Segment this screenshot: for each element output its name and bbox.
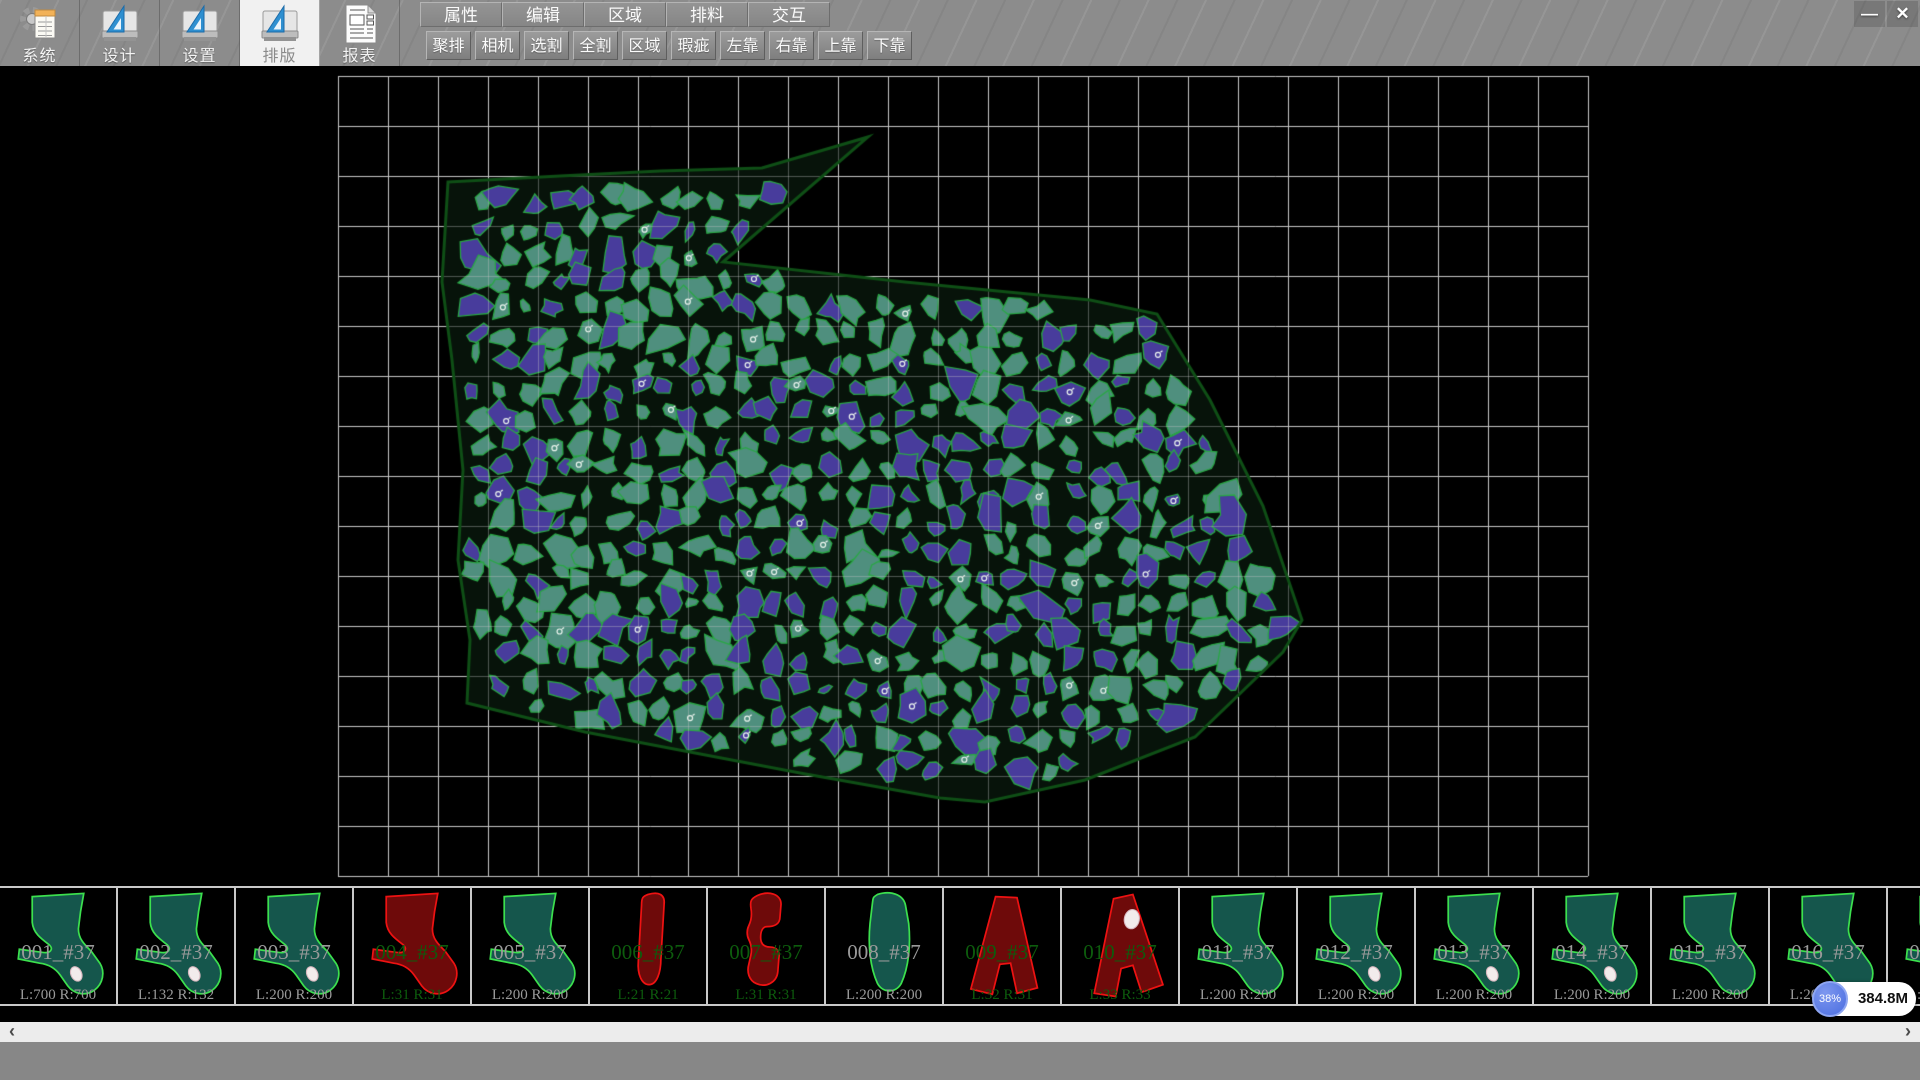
- set-square-icon: [258, 2, 302, 46]
- close-icon[interactable]: ✕: [1887, 1, 1918, 27]
- piece-thumbnail-011_#37[interactable]: 011_#37L:200 R:200: [1180, 888, 1298, 1004]
- gear-doc-icon: [18, 2, 62, 46]
- minimize-icon[interactable]: —: [1854, 1, 1885, 27]
- piece-shape: [590, 888, 706, 1004]
- piece-thumbnail-009_#37[interactable]: 009_#37L:32 R:31: [944, 888, 1062, 1004]
- piece-shape: [354, 888, 470, 1004]
- menu-tab-属性[interactable]: 属性: [420, 2, 502, 27]
- piece-thumbnail-014_#37[interactable]: 014_#37L:200 R:200: [1534, 888, 1652, 1004]
- piece-shape: [0, 888, 116, 1004]
- piece-shape: [944, 888, 1060, 1004]
- action-button-bar: 聚排相机选割全割区域瑕疵左靠右靠上靠下靠: [426, 31, 912, 60]
- piece-shape: [1416, 888, 1532, 1004]
- main-toolbar-buttons: 系统设计设置排版报表: [0, 0, 400, 66]
- piece-thumbnail-004_#37[interactable]: 004_#37L:31 R:31: [354, 888, 472, 1004]
- main-button-设计[interactable]: 设计: [80, 0, 160, 66]
- scroll-left-icon[interactable]: ‹: [0, 1022, 24, 1042]
- piece-thumbnail-012_#37[interactable]: 012_#37L:200 R:200: [1298, 888, 1416, 1004]
- action-button-瑕疵[interactable]: 瑕疵: [671, 31, 716, 60]
- main-button-label: 报表: [320, 42, 399, 66]
- piece-thumbnail-006_#37[interactable]: 006_#37L:21 R:21: [590, 888, 708, 1004]
- piece-thumbnail-015_#37[interactable]: 015_#37L:200 R:200: [1652, 888, 1770, 1004]
- progress-circle: 38%: [1812, 981, 1848, 1017]
- menu-tab-区域[interactable]: 区域: [584, 2, 666, 27]
- set-square-icon: [178, 2, 222, 46]
- action-button-相机[interactable]: 相机: [475, 31, 520, 60]
- main-button-label: 设置: [160, 42, 239, 66]
- scroll-right-icon[interactable]: ›: [1896, 1022, 1920, 1042]
- menu-tab-编辑[interactable]: 编辑: [502, 2, 584, 27]
- menu-tab-交互[interactable]: 交互: [748, 2, 830, 27]
- piece-thumbnail-strip: 001_#37L:700 R:700002_#37L:132 R:132003_…: [0, 886, 1920, 1006]
- main-button-label: 系统: [0, 42, 79, 66]
- memory-value: 384.8M: [1852, 982, 1914, 1016]
- main-button-label: 设计: [80, 42, 159, 66]
- menu-tab-bar: 属性编辑区域排料交互: [420, 2, 830, 27]
- piece-thumbnail-003_#37[interactable]: 003_#37L:200 R:200: [236, 888, 354, 1004]
- piece-shape: [1062, 888, 1178, 1004]
- nesting-canvas[interactable]: [0, 66, 1920, 886]
- piece-thumbnail-005_#37[interactable]: 005_#37L:200 R:200: [472, 888, 590, 1004]
- main-button-报表[interactable]: 报表: [320, 0, 400, 66]
- main-button-系统[interactable]: 系统: [0, 0, 80, 66]
- piece-shape: [472, 888, 588, 1004]
- action-button-左靠[interactable]: 左靠: [720, 31, 765, 60]
- main-button-排版[interactable]: 排版: [240, 0, 320, 66]
- action-button-选割[interactable]: 选割: [524, 31, 569, 60]
- piece-thumbnail-013_#37[interactable]: 013_#37L:200 R:200: [1416, 888, 1534, 1004]
- piece-thumbnail-010_#37[interactable]: 010_#37L:33 R:33: [1062, 888, 1180, 1004]
- set-square-icon: [98, 2, 142, 46]
- status-badge[interactable]: 384.8M 38%: [1812, 981, 1916, 1017]
- action-button-区域[interactable]: 区域: [622, 31, 667, 60]
- status-bar: [0, 1042, 1920, 1080]
- piece-thumbnail-007_#37[interactable]: 007_#37L:31 R:31: [708, 888, 826, 1004]
- report-icon: [338, 2, 382, 46]
- action-button-全割[interactable]: 全割: [573, 31, 618, 60]
- piece-thumbnail-002_#37[interactable]: 002_#37L:132 R:132: [118, 888, 236, 1004]
- action-button-上靠[interactable]: 上靠: [818, 31, 863, 60]
- main-button-label: 排版: [240, 42, 319, 66]
- piece-shape: [1652, 888, 1768, 1004]
- piece-shape: [1180, 888, 1296, 1004]
- piece-shape: [1534, 888, 1650, 1004]
- horizontal-scrollbar[interactable]: ‹ ›: [0, 1022, 1920, 1042]
- window-controls: — ✕: [1854, 1, 1918, 27]
- action-button-右靠[interactable]: 右靠: [769, 31, 814, 60]
- piece-shape: [1298, 888, 1414, 1004]
- piece-thumbnail-008_#37[interactable]: 008_#37L:200 R:200: [826, 888, 944, 1004]
- piece-shape: [708, 888, 824, 1004]
- main-button-设置[interactable]: 设置: [160, 0, 240, 66]
- action-button-聚排[interactable]: 聚排: [426, 31, 471, 60]
- piece-thumbnail-001_#37[interactable]: 001_#37L:700 R:700: [0, 888, 118, 1004]
- piece-shape: [826, 888, 942, 1004]
- piece-shape: [118, 888, 234, 1004]
- toolbar: 系统设计设置排版报表 属性编辑区域排料交互 聚排相机选割全割区域瑕疵左靠右靠上靠…: [0, 0, 1920, 66]
- piece-shape: [236, 888, 352, 1004]
- action-button-下靠[interactable]: 下靠: [867, 31, 912, 60]
- menu-tab-排料[interactable]: 排料: [666, 2, 748, 27]
- app-window: 系统设计设置排版报表 属性编辑区域排料交互 聚排相机选割全割区域瑕疵左靠右靠上靠…: [0, 0, 1920, 1080]
